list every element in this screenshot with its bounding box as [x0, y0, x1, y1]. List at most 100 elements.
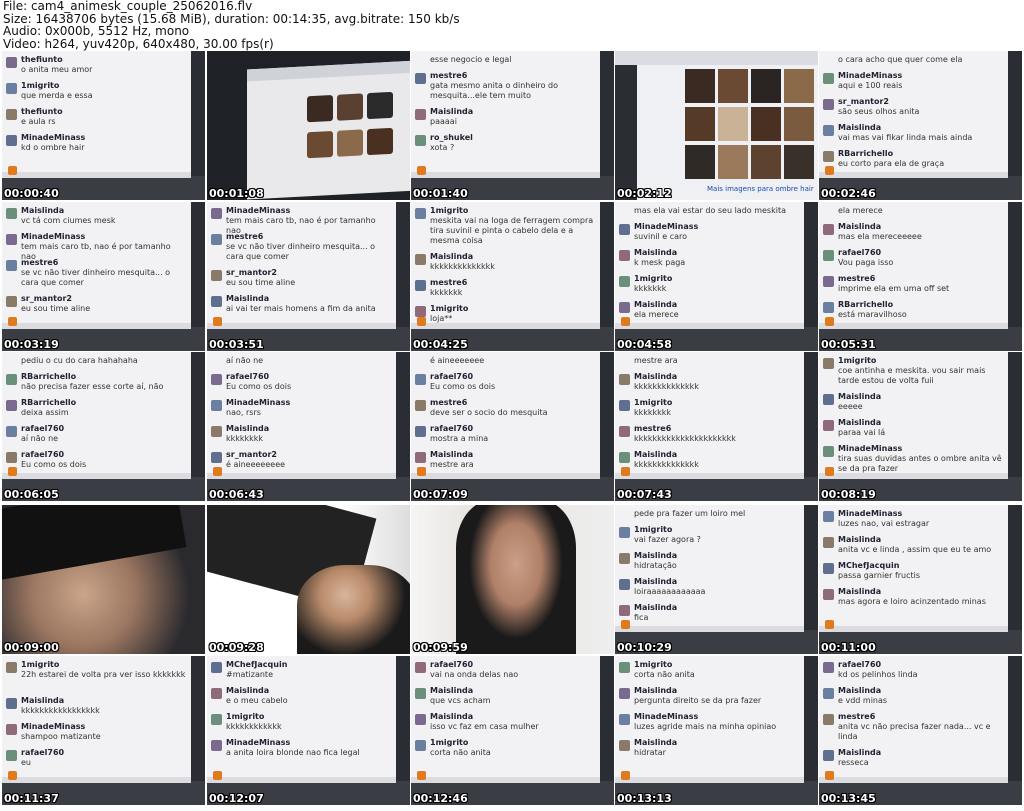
avatar [619, 605, 630, 616]
avatar [823, 688, 834, 699]
chat-username: Maislinda [634, 577, 678, 586]
chat-username: Maislinda [430, 252, 474, 261]
thumbnail: rafael760 vai na onda delas nao Maislinda q… [411, 656, 614, 805]
chat-username: Maislinda [838, 587, 882, 596]
avatar [211, 714, 222, 725]
chat-username: 1migrito [430, 304, 469, 313]
thumbnail: esse negocio e legal mestre6 gata mesmo an… [411, 51, 614, 200]
chat-username: MinadeMinass [634, 712, 699, 721]
chat-text: luzes agride mais na minha opiniao [634, 722, 777, 731]
chat-username: Maislinda [634, 300, 678, 309]
thumbnail: thefiunto o anita meu amor 1migrito que mer… [2, 51, 205, 200]
chat-text: tira suas duvidas antes o ombre anita vê… [838, 454, 1002, 473]
avatar [415, 452, 426, 463]
chat-text: pediu o cu do cara hahahaha [21, 356, 138, 365]
chat-username: Maislinda [226, 294, 270, 303]
avatar [6, 109, 17, 120]
chat-text: fica [634, 613, 649, 622]
chat-username: rafael760 [838, 248, 882, 257]
chat-text: paaaai [430, 117, 457, 126]
dark-side [615, 65, 637, 200]
chat-text: o anita meu amor [21, 65, 93, 74]
image-result [685, 69, 715, 103]
chat-username: 1migrito [838, 356, 877, 365]
timestamp: 00:06:05 [4, 488, 59, 501]
chat-text: eu corto para ela de graça [838, 159, 945, 168]
taskbar-strip [819, 626, 1008, 632]
image-result [307, 130, 333, 159]
chat-text: nao, rsrs [226, 408, 261, 417]
chat-text: hidratar [634, 748, 666, 757]
chat-text: shampoo matizante [21, 732, 101, 741]
avatar [415, 374, 426, 385]
image-result [751, 69, 781, 103]
chat-username: 1migrito [634, 525, 673, 534]
taskbar-strip [207, 473, 396, 479]
avatar [619, 400, 630, 411]
chat-username: Maislinda [430, 107, 474, 116]
more-images-link[interactable]: Mais imagens para ombre hair [707, 185, 814, 193]
chat-text: Eu como os dois [226, 382, 292, 391]
avatar [6, 452, 17, 463]
chat-username: 1migrito [430, 738, 469, 747]
chat-username: MinadeMinass [21, 232, 86, 241]
cam4-logo-icon [825, 771, 834, 780]
avatar [415, 280, 426, 291]
avatar [619, 426, 630, 437]
chat-screen: 1migrito meskita vai na loga de ferragem … [411, 202, 600, 329]
chat-username: rafael760 [226, 372, 270, 381]
chat-username: Maislinda [634, 372, 678, 381]
chat-username: rafael760 [430, 424, 474, 433]
chat-username: Maislinda [430, 686, 474, 695]
cam4-logo-icon [621, 317, 630, 326]
chat-text: eeeee [838, 402, 863, 411]
chat-username: 1migrito [634, 660, 673, 669]
chat-text: mas ela vai estar do seu lado meskita [634, 206, 786, 215]
cam4-logo-icon [417, 771, 426, 780]
chat-text: luzes nao, vai estragar [838, 519, 930, 528]
thumbnail: é aineeeeeee rafael760 Eu como os dois mest… [411, 352, 614, 501]
chat-username: Maislinda [226, 686, 270, 695]
taskbar-strip [2, 172, 191, 178]
avatar [211, 234, 222, 245]
timestamp: 00:02:46 [821, 187, 876, 200]
chat-screen: rafael760 kd os pelinhos linda Maislinda e … [819, 656, 1008, 783]
chat-username: Maislinda [838, 535, 882, 544]
chat-text: é aineeeeeeee [226, 460, 286, 469]
chat-text: ela merece [634, 310, 679, 319]
avatar [823, 276, 834, 287]
avatar [415, 426, 426, 437]
chat-username: 1migrito [634, 274, 673, 283]
chat-username: Maislinda [838, 392, 882, 401]
avatar [619, 302, 630, 313]
chat-username: MinadeMinass [838, 71, 903, 80]
avatar [415, 135, 426, 146]
chat-text: corta não anita [430, 748, 491, 757]
image-result [367, 127, 393, 156]
timestamp: 00:02:12 [617, 187, 672, 200]
chat-username: ro_shukel [430, 133, 473, 142]
chat-text: kkkkkkkkkkkkkk [430, 262, 495, 271]
avatar [6, 426, 17, 437]
chat-username: Maislinda [226, 424, 270, 433]
chat-text: anita vc não precisa fazer nada... vc e … [838, 722, 991, 741]
avatar [6, 135, 17, 146]
chat-text: se vc não tiver dinheiro mesquita... o c… [226, 242, 376, 261]
chat-text: mas agora e loiro acinzentado minas [838, 597, 986, 606]
chat-username: 1migrito [430, 206, 469, 215]
chat-username: MinadeMinass [21, 133, 86, 142]
taskbar-strip [819, 777, 1008, 783]
chat-screen: o cara acho que quer come ela MinadeMinas… [819, 51, 1008, 178]
chat-text: esse negocio e legal [430, 55, 512, 64]
thumbnail: rafael760 kd os pelinhos linda Maislinda e … [819, 656, 1022, 805]
timestamp: 00:11:00 [821, 641, 876, 654]
chat-username: MinadeMinass [21, 722, 86, 731]
taskbar-strip [819, 473, 1008, 479]
avatar [823, 714, 834, 725]
chat-text: o cara acho que quer come ela [838, 55, 963, 64]
cam4-logo-icon [825, 317, 834, 326]
chat-username: rafael760 [430, 660, 474, 669]
chat-username: Maislinda [21, 696, 65, 705]
dark-slab [2, 505, 187, 582]
chat-username: MinadeMinass [226, 206, 291, 215]
